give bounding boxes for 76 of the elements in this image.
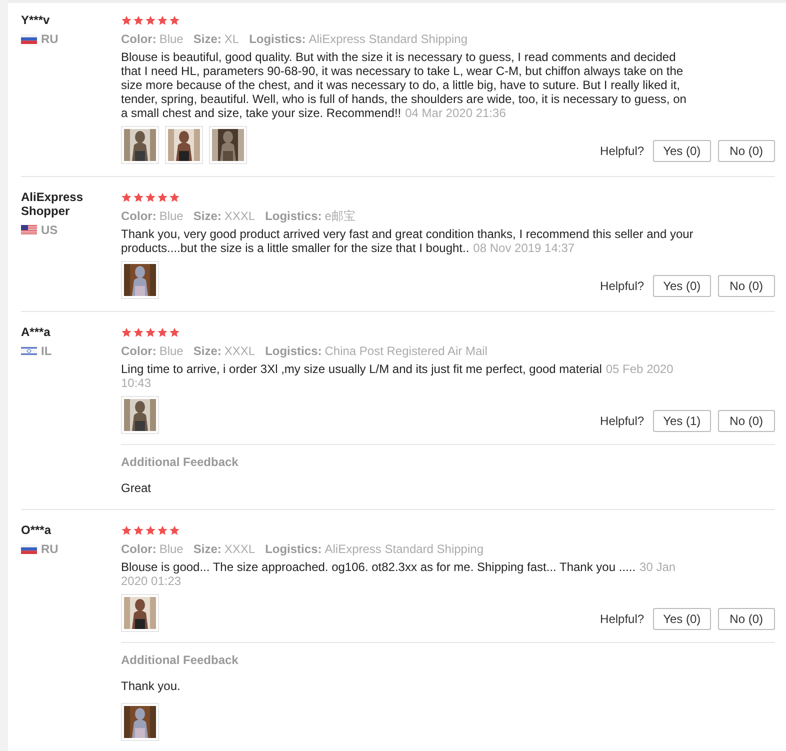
attribute-value: Blue bbox=[159, 208, 184, 225]
review-text: Blouse is beautiful, good quality. But with the size it is necessary to guess, I read comments and decided that I need HL, parameters 90-68-90, it was necessary to take L, wear C-M, but chiffon always take on the size more because of the chest, and it was necessary to do, a little big, have to suture. But I really liked it, tender, spring, beautiful. Well, who is full of hands, the shoulders are wide, too, it is necessary to guess, on a small chest and size, take your size. Recommend!! 04 Mar 2020 21:36 bbox=[121, 50, 688, 120]
reviewer-name: AliExpress Shopper bbox=[21, 190, 84, 218]
attribute-label: Size: bbox=[193, 343, 222, 360]
attribute-value: Blue bbox=[159, 541, 184, 558]
feedback-heading: Additional Feedback bbox=[121, 652, 240, 669]
country-code: IL bbox=[41, 343, 52, 360]
attribute-label: Size: bbox=[193, 31, 222, 48]
helpful-label: Helpful? bbox=[600, 611, 644, 628]
star-icon bbox=[157, 326, 168, 338]
reviewer-name: Y***v bbox=[21, 13, 51, 27]
star-icon bbox=[169, 326, 180, 338]
yes-button[interactable]: Yes (1) bbox=[653, 410, 711, 432]
review-text: Thank you, very good product arrived very fast and great condition thanks, I recommend this seller and your products....but the size is a little smaller for the size that I bought.. 08 Nov 2019 14:37 bbox=[121, 227, 694, 255]
star-icon bbox=[169, 524, 180, 536]
attribute-label: Logistics: bbox=[265, 343, 322, 360]
star-icon bbox=[133, 524, 144, 536]
attribute-value: e邮宝 bbox=[324, 208, 356, 225]
feedback-text: Thank you. bbox=[121, 678, 182, 695]
feedback-heading: Additional Feedback bbox=[121, 454, 240, 471]
star-icon bbox=[169, 192, 180, 202]
star-icon bbox=[121, 326, 132, 338]
helpful-label: Helpful? bbox=[600, 278, 644, 295]
flag-icon bbox=[21, 225, 37, 235]
yes-button[interactable]: Yes (0) bbox=[653, 275, 711, 297]
attribute-label: Logistics: bbox=[265, 208, 322, 225]
star-icon bbox=[145, 14, 156, 26]
star-icon bbox=[133, 14, 144, 26]
attribute-label: Color: bbox=[121, 31, 156, 48]
attribute-label: Color: bbox=[121, 541, 156, 558]
attribute-label: Color: bbox=[121, 343, 156, 360]
attribute-label: Logistics: bbox=[249, 31, 306, 48]
attribute-label: Logistics: bbox=[265, 541, 322, 558]
reviewer-name: O***a bbox=[21, 523, 52, 537]
flag-icon bbox=[21, 34, 37, 44]
star-icon bbox=[157, 14, 168, 26]
star-icon bbox=[121, 524, 132, 536]
no-button[interactable]: No (0) bbox=[718, 410, 775, 432]
yes-button[interactable]: Yes (0) bbox=[653, 608, 711, 630]
no-button[interactable]: No (0) bbox=[718, 608, 775, 630]
no-button[interactable]: No (0) bbox=[718, 275, 775, 297]
flag-icon bbox=[21, 346, 37, 356]
country-code: RU bbox=[41, 541, 58, 558]
star-icon bbox=[133, 192, 144, 202]
review-text: Ling time to arrive, i order 3Xl ,my size usually L/M and its just fit me perfect, good material 05 Feb 2020 10:43 bbox=[121, 362, 674, 390]
reviewer-name: A***a bbox=[21, 325, 52, 339]
star-icon bbox=[133, 326, 144, 338]
country-code: US bbox=[41, 222, 58, 239]
helpful-label: Helpful? bbox=[600, 413, 644, 430]
star-icon bbox=[121, 14, 132, 26]
star-icon bbox=[145, 524, 156, 536]
yes-button[interactable]: Yes (0) bbox=[653, 140, 711, 162]
attribute-label: Color: bbox=[121, 208, 156, 225]
attribute-value: XXXL bbox=[224, 541, 256, 558]
star-icon bbox=[145, 192, 156, 202]
attribute-value: Blue bbox=[159, 31, 184, 48]
star-icon bbox=[169, 14, 180, 26]
star-icon bbox=[145, 326, 156, 338]
flag-icon bbox=[21, 544, 37, 554]
feedback-text: Great bbox=[121, 480, 152, 497]
attribute-value: XL bbox=[224, 31, 240, 48]
attribute-label: Size: bbox=[193, 208, 222, 225]
country-code: RU bbox=[41, 31, 58, 48]
attribute-value: AliExpress Standard Shipping bbox=[308, 31, 468, 48]
attribute-value: Blue bbox=[159, 343, 184, 360]
attribute-label: Size: bbox=[193, 541, 222, 558]
star-icon bbox=[121, 192, 132, 202]
star-icon bbox=[157, 524, 168, 536]
attribute-value: AliExpress Standard Shipping bbox=[324, 541, 484, 558]
no-button[interactable]: No (0) bbox=[718, 140, 775, 162]
review-text: Blouse is good... The size approached. og106. ot82.3xx as for me. Shipping fast... Thank you ..... 30 Jan 2020 01:23 bbox=[121, 560, 677, 588]
star-icon bbox=[157, 192, 168, 202]
helpful-label: Helpful? bbox=[600, 143, 644, 160]
attribute-value: XXXL bbox=[224, 343, 256, 360]
attribute-value: China Post Registered Air Mail bbox=[324, 343, 488, 360]
attribute-value: XXXL bbox=[224, 208, 256, 225]
